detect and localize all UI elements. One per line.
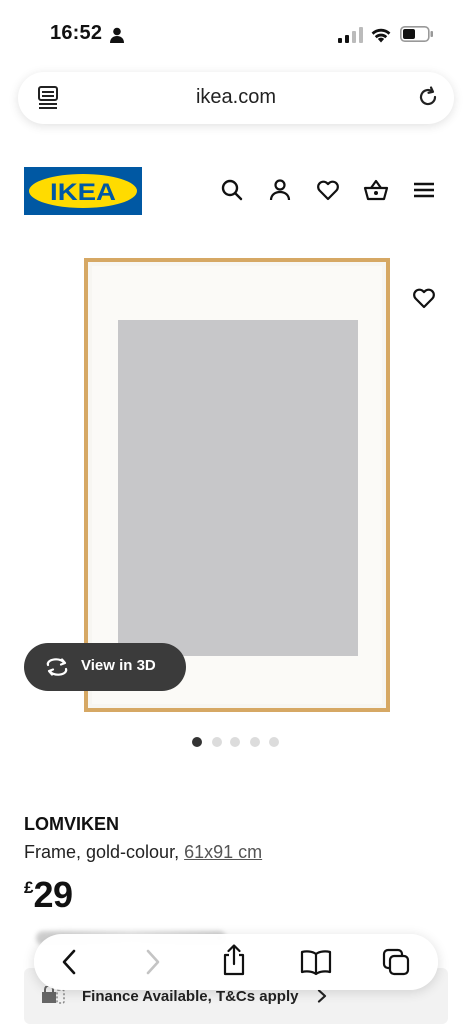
pagination-dot[interactable] xyxy=(269,737,279,747)
price-currency: £ xyxy=(24,878,34,897)
pagination-dot[interactable] xyxy=(250,737,260,747)
price-amount: 29 xyxy=(33,874,73,915)
forward-icon[interactable] xyxy=(144,948,162,976)
reload-icon[interactable] xyxy=(416,85,440,109)
menu-icon[interactable] xyxy=(413,178,435,202)
pagination-dot[interactable] xyxy=(212,737,222,747)
back-icon[interactable] xyxy=(60,948,78,976)
signal-icon xyxy=(338,27,363,43)
finance-text: Finance Available, T&Cs apply xyxy=(82,988,299,1005)
person-icon xyxy=(110,27,124,43)
url-text[interactable]: ikea.com xyxy=(18,86,454,109)
browser-toolbar xyxy=(34,934,438,990)
wishlist-icon[interactable] xyxy=(316,178,340,202)
product-name: LOMVIKEN xyxy=(24,814,120,834)
status-time: 16:52 xyxy=(50,22,103,44)
basket-icon[interactable] xyxy=(363,178,389,202)
rotate-3d-icon xyxy=(46,658,68,676)
frame-picture-area xyxy=(118,320,358,656)
pagination-dot[interactable] xyxy=(230,737,240,747)
bookmarks-icon[interactable] xyxy=(300,948,332,976)
view-in-3d-button[interactable]: View in 3D xyxy=(24,643,186,691)
chevron-right-icon xyxy=(317,989,327,1003)
product-size-link[interactable]: 61x91 cm xyxy=(184,842,262,862)
product-description: Frame, gold-colour, 61x91 cm xyxy=(24,842,262,863)
address-bar[interactable]: ikea.com xyxy=(18,72,454,124)
battery-icon xyxy=(400,26,433,42)
view-in-3d-label: View in 3D xyxy=(81,657,156,674)
ikea-logo[interactable]: IKEA xyxy=(24,167,142,215)
product-type-text: Frame, gold-colour, xyxy=(24,842,180,862)
tabs-icon[interactable] xyxy=(382,948,410,976)
account-icon[interactable] xyxy=(268,178,292,202)
wifi-icon xyxy=(371,28,391,43)
logo-text: IKEA xyxy=(50,179,116,206)
status-bar: 16:52 xyxy=(0,0,472,64)
product-price: £29 xyxy=(24,874,73,916)
pagination-dot[interactable] xyxy=(192,737,202,747)
share-icon[interactable] xyxy=(221,944,247,976)
search-icon[interactable] xyxy=(220,178,244,202)
add-to-wishlist-icon[interactable] xyxy=(412,286,436,310)
